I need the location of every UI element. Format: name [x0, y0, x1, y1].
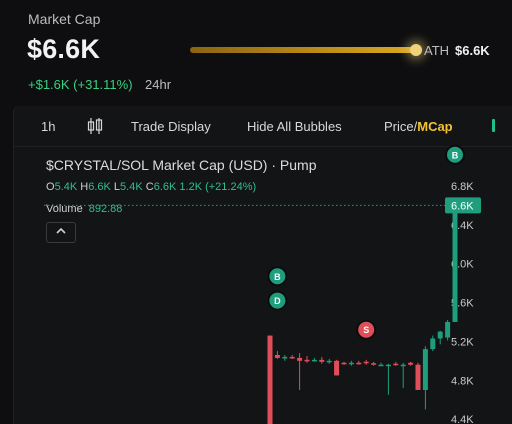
candle-body [371, 363, 377, 365]
candle-body [267, 335, 273, 424]
candle-body [289, 356, 295, 359]
market-cap-label: Market Cap [28, 11, 101, 27]
candle-body [274, 354, 280, 358]
ath-label: ATH [424, 43, 450, 58]
market-cap-change-period: 24hr [145, 77, 172, 92]
candle-body [445, 321, 451, 338]
sell-bubble-label: S [363, 325, 369, 335]
y-axis-tick-label: 5.2K [451, 336, 474, 348]
ath-progress-bar [190, 47, 413, 53]
chart-panel: 1h Trade Display Hide All Bubbles Price/… [13, 106, 512, 424]
y-axis-tick-label: 4.4K [451, 414, 474, 424]
candle-body [408, 362, 414, 365]
candle-body [304, 359, 310, 362]
candle-body [363, 361, 369, 364]
candle-body [341, 362, 347, 365]
candle-body [378, 364, 384, 367]
candle-body [319, 359, 325, 362]
candle-body [311, 359, 317, 362]
candle-body [297, 357, 303, 361]
candle-body [393, 363, 399, 366]
candle-body [400, 364, 406, 367]
candle-body [326, 360, 332, 363]
buy-bubble-label: B [452, 150, 459, 160]
dev-bubble-label: D [274, 296, 281, 306]
candlestick-chart[interactable]: 6.8K6.4K6.0K5.6K5.2K4.8K4.4K6.6KBBDS [14, 106, 512, 424]
candle-body [415, 364, 421, 390]
market-cap-change: +$1.6K (+31.11%) [28, 77, 133, 92]
candle-body [437, 331, 443, 339]
ath-value: $6.6K [455, 43, 490, 58]
y-axis-tick-label: 4.8K [451, 375, 474, 387]
candle-body [282, 356, 288, 359]
candle-body [422, 349, 428, 390]
candle-body [348, 362, 354, 365]
ath-progress-knob [410, 44, 422, 56]
buy-bubble-label: B [274, 272, 281, 282]
market-cap-value: $6.6K [27, 34, 101, 64]
candle-body [430, 338, 436, 350]
candle-body [385, 364, 391, 367]
candle-body [356, 362, 362, 365]
candle-body [334, 360, 340, 376]
last-price-label: 6.6K [451, 200, 474, 212]
y-axis-tick-label: 6.8K [451, 181, 474, 193]
candle-body [452, 205, 458, 322]
